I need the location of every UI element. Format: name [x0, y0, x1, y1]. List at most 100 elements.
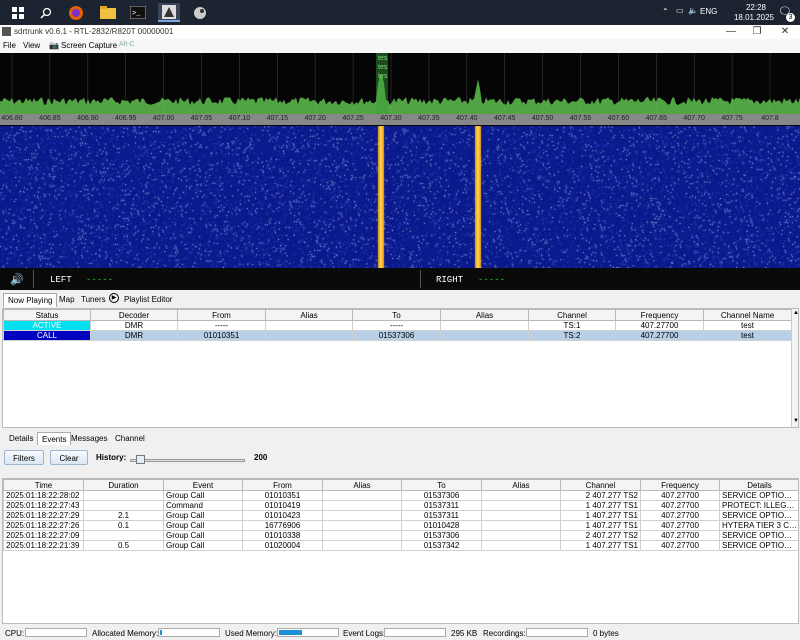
close-button[interactable]: ✕: [772, 25, 798, 39]
column-header[interactable]: To: [352, 309, 441, 321]
sdrtrunk-taskbar-icon[interactable]: [158, 3, 180, 22]
tab-now-playing[interactable]: Now Playing: [3, 293, 58, 307]
table-cell: 2025:01:18:22:21:39: [3, 540, 84, 551]
column-header[interactable]: Frequency: [640, 479, 720, 491]
firefox-icon[interactable]: [66, 3, 85, 22]
table-cell: SERVICE OPTIONS []: [719, 530, 798, 541]
column-header[interactable]: To: [401, 479, 482, 491]
maximize-button[interactable]: ❐: [744, 25, 770, 39]
table-cell: [83, 530, 164, 541]
table-cell: 01537306: [352, 330, 441, 341]
column-header[interactable]: Alias: [322, 479, 402, 491]
table-row[interactable]: CALL DMR 01010351 01537306 TS:2 407.27700 test: [3, 330, 792, 341]
table-row[interactable]: 2025:01:18:22:21:39 0.5 Group Call 01020004…: [3, 540, 798, 551]
clock-time[interactable]: 22:28: [738, 3, 774, 12]
table-cell: Group Call: [163, 510, 243, 521]
clock-date[interactable]: 18.01.2025: [730, 13, 778, 22]
play-icon: ▶: [109, 293, 119, 303]
table-row[interactable]: 2025:01:18:22:27:43 Command 01010419 015373…: [3, 500, 798, 511]
table-cell: 1 407.277 TS1: [560, 540, 641, 551]
frequency-tick-label: 406.95: [114, 115, 137, 122]
column-header[interactable]: Alias: [265, 309, 353, 321]
recordings-label: Recordings:: [483, 629, 526, 638]
tab-map[interactable]: Map: [55, 293, 79, 306]
network-icon[interactable]: ▭: [676, 6, 684, 15]
windows-start-icon[interactable]: [8, 3, 27, 22]
chevron-up-icon[interactable]: ⌃: [662, 7, 669, 16]
history-slider[interactable]: [130, 455, 245, 464]
channel-label: tes: [378, 73, 388, 80]
column-header[interactable]: Decoder: [90, 309, 178, 321]
column-header[interactable]: From: [242, 479, 323, 491]
language-indicator[interactable]: ENG: [700, 7, 717, 16]
minimize-button[interactable]: —: [718, 25, 744, 39]
table-row[interactable]: 2025:01:18:22:27:26 0.1 Group Call 16776906…: [3, 520, 798, 531]
table-cell: [481, 520, 561, 531]
channel-label: tes: [378, 64, 388, 71]
recordings-meter: [526, 628, 588, 637]
table-cell: 01537306: [401, 490, 482, 501]
column-header[interactable]: Frequency: [615, 309, 704, 321]
search-icon[interactable]: [36, 3, 55, 22]
frequency-axis: 406.80 406.85 406.90 406.95 407.00 407.05 407.…: [0, 114, 800, 125]
used-memory-meter: [277, 628, 339, 637]
table-row[interactable]: 2025:01:18:22:27:09 Group Call 01010338 015…: [3, 530, 798, 541]
table-cell: Group Call: [163, 530, 243, 541]
table-cell: 01010428: [401, 520, 482, 531]
scroll-up-icon[interactable]: ▲: [793, 310, 798, 316]
frequency-tick-label: 407.15: [266, 115, 289, 122]
column-header[interactable]: Channel Name: [703, 309, 792, 321]
column-header[interactable]: Alias: [481, 479, 561, 491]
column-header[interactable]: Event: [163, 479, 243, 491]
events-panel: Time Duration Event From Alias To Alias Channel…: [2, 478, 799, 624]
tab-tuners[interactable]: Tuners: [77, 293, 110, 306]
menu-screen-capture[interactable]: Screen Capture: [61, 41, 117, 50]
column-header[interactable]: Alias: [440, 309, 529, 321]
file-explorer-icon[interactable]: [98, 3, 117, 22]
filters-button[interactable]: Filters: [4, 450, 44, 465]
column-header[interactable]: Channel: [528, 309, 616, 321]
table-cell: DMR: [90, 320, 178, 331]
tab-channel[interactable]: Channel: [111, 432, 149, 445]
speaker-icon[interactable]: 🔈: [688, 6, 698, 15]
now-playing-table: Status Decoder From Alias To Alias Channel Freq…: [3, 309, 792, 341]
column-header[interactable]: Channel: [560, 479, 641, 491]
app-icon[interactable]: [190, 3, 209, 22]
frequency-tick-label: 406.90: [77, 115, 99, 122]
history-slider-thumb[interactable]: [136, 455, 146, 464]
table-cell: 407.27700: [640, 490, 720, 501]
table-cell: 407.27700: [640, 500, 720, 511]
table-row[interactable]: 2025:01:18:22:27:29 2.1 Group Call 01010423…: [3, 510, 798, 521]
table-cell: 407.27700: [640, 530, 720, 541]
table-cell: 01010351: [177, 330, 266, 341]
table-row[interactable]: ACTIVE DMR ----- ----- TS:1 407.27700 test: [3, 320, 792, 331]
channel-marker[interactable]: [376, 53, 388, 114]
table-row[interactable]: 2025:01:18:22:28:02 Group Call 01010351 015…: [3, 490, 798, 501]
tab-playlist-editor[interactable]: Playlist Editor: [120, 293, 176, 306]
column-header[interactable]: Details: [719, 479, 798, 491]
terminal-icon[interactable]: >_: [128, 3, 147, 22]
menu-view[interactable]: View: [23, 41, 40, 50]
tab-messages[interactable]: Messages: [67, 432, 111, 445]
status-cell: CALL: [3, 330, 91, 341]
table-cell: 407.27700: [615, 330, 704, 341]
table-cell: 2025:01:18:22:27:26: [3, 520, 84, 531]
table-cell: 01010423: [242, 510, 323, 521]
column-header[interactable]: Time: [3, 479, 84, 491]
frequency-tick-label: 407.25: [342, 115, 364, 122]
now-playing-scrollbar[interactable]: ▲ ▼: [791, 309, 798, 427]
frequency-tick-label: 407.40: [456, 115, 478, 122]
menu-file[interactable]: File: [3, 41, 16, 50]
table-cell: 2025:01:18:22:27:29: [3, 510, 84, 521]
column-header[interactable]: Duration: [83, 479, 164, 491]
scroll-down-icon[interactable]: ▼: [793, 418, 798, 424]
tab-details[interactable]: Details: [5, 432, 37, 445]
clear-button[interactable]: Clear: [50, 450, 88, 465]
waterfall-display[interactable]: [0, 126, 800, 268]
column-header[interactable]: Status: [3, 309, 91, 321]
speaker-icon[interactable]: 🔊: [10, 273, 24, 287]
audio-panel: 🔊 LEFT ----- RIGHT -----: [0, 268, 800, 290]
frequency-tick-label: 407.45: [493, 115, 516, 122]
column-header[interactable]: From: [177, 309, 266, 321]
event-logs-meter: [384, 628, 446, 637]
